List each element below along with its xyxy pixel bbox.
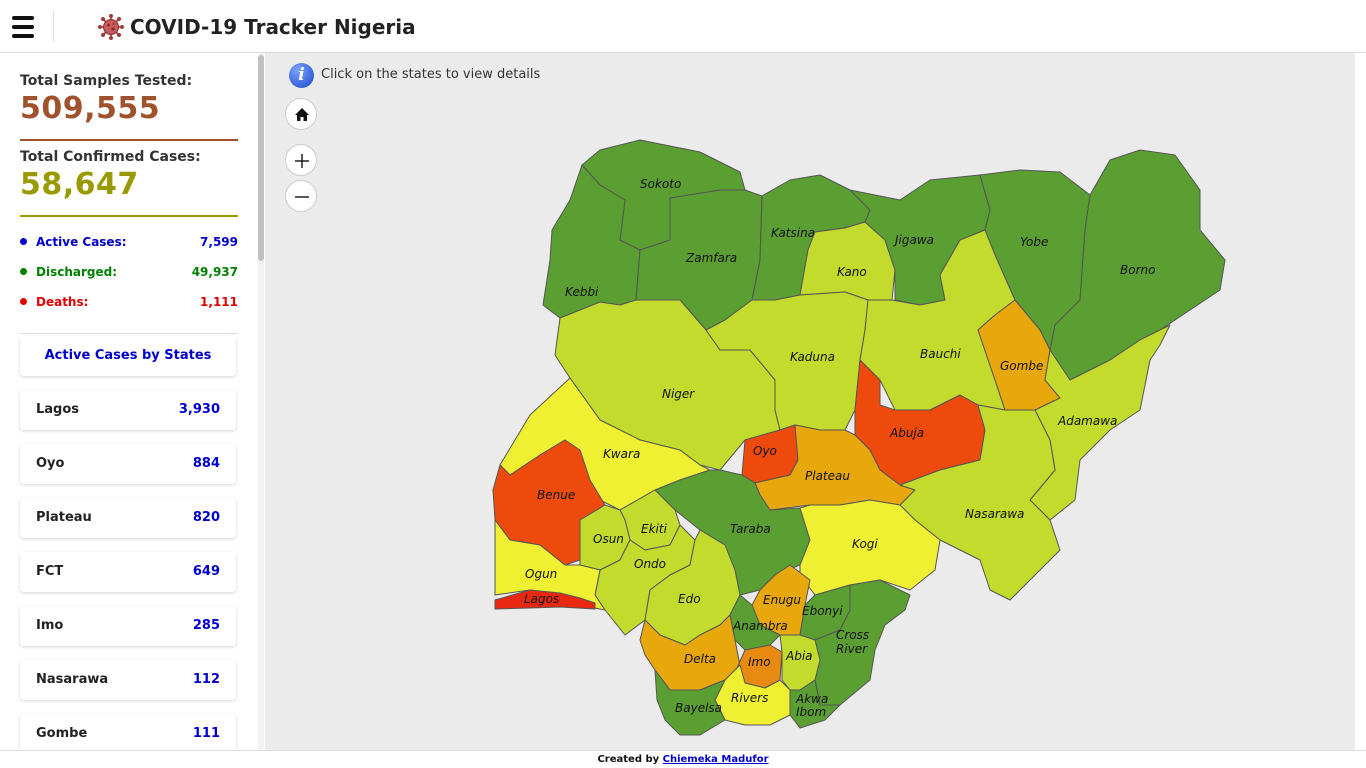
nigeria-map: Sokoto Kebbi Zamfara Katsina Kano Jigawa… [492,139,1226,736]
state-active-count: 884 [192,456,220,471]
app-header: COVID-19 Tracker Nigeria [0,0,1366,53]
confirmed-cases-label: Total Confirmed Cases: [20,149,201,165]
state-active-count: 820 [192,510,220,525]
state-row-plateau[interactable]: Plateau 820 [20,498,236,538]
state-row-fct[interactable]: FCT 649 [20,552,236,592]
plus-icon [295,154,309,168]
zoom-out-button[interactable] [285,180,317,212]
state-row-gombe[interactable]: Gombe 111 [20,714,236,750]
map-hint-text: Click on the states to view details [321,67,541,82]
page-footer: Created by Chiemeka Madufor [0,750,1366,767]
discharged-row: Discharged: 49,937 [20,263,238,283]
state-name: Plateau [36,510,92,525]
active-cases-value: 7,599 [200,235,238,249]
home-icon [295,108,309,121]
state-active-count: 111 [192,726,220,741]
info-icon: i [289,63,314,88]
active-by-states-heading: Active Cases by States [20,336,236,376]
deaths-row: Deaths: 1,111 [20,293,238,313]
header-divider [53,10,54,42]
state-row-imo[interactable]: Imo 285 [20,606,236,646]
confirmed-cases-block: Total Confirmed Cases: 58,647 [20,149,238,217]
samples-tested-block: Total Samples Tested: 509,555 [20,73,238,141]
confirmed-cases-value: 58,647 [20,167,139,202]
state-name: Gombe [36,726,88,741]
state-name: Lagos [36,402,80,417]
footer-prefix: Created by [597,754,660,765]
state-row-nasarawa[interactable]: Nasarawa 112 [20,660,236,700]
state-name: Nasarawa [36,672,109,687]
samples-tested-label: Total Samples Tested: [20,73,193,89]
minus-icon [295,196,309,198]
deaths-value: 1,111 [200,295,238,309]
virus-icon [98,14,124,40]
state-name: Imo [36,618,64,633]
active-dot-icon [20,238,27,245]
author-link[interactable]: Chiemeka Madufor [663,754,769,765]
active-cases-label: Active Cases: [36,235,127,249]
zoom-in-button[interactable] [285,144,317,176]
map-home-button[interactable] [285,98,317,130]
state-name: FCT [36,564,64,579]
map-area: Sokoto Kebbi Zamfara Katsina Kano Jigawa… [265,53,1355,750]
state-active-count: 649 [192,564,220,579]
deaths-label: Deaths: [36,295,89,309]
app-title: COVID-19 Tracker Nigeria [130,15,416,39]
state-row-lagos[interactable]: Lagos 3,930 [20,390,236,430]
active-cases-row: Active Cases: 7,599 [20,233,238,253]
samples-tested-value: 509,555 [20,91,161,126]
sidebar-scrollbar-thumb[interactable] [258,55,264,261]
state-row-oyo[interactable]: Oyo 884 [20,444,236,484]
state-name: Oyo [36,456,65,471]
deaths-dot-icon [20,298,27,305]
sidebar-scrollbar[interactable] [258,53,264,750]
state-active-count: 285 [192,618,220,633]
menu-icon[interactable] [12,16,34,38]
sidebar-divider [20,333,238,334]
page-scroll-track [1355,53,1366,750]
state-active-count: 112 [192,672,220,687]
state-active-count: 3,930 [178,402,220,417]
discharged-dot-icon [20,268,27,275]
discharged-label: Discharged: [36,265,118,279]
discharged-value: 49,937 [191,265,238,279]
stats-sidebar: Total Samples Tested: 509,555 Total Conf… [0,53,265,750]
